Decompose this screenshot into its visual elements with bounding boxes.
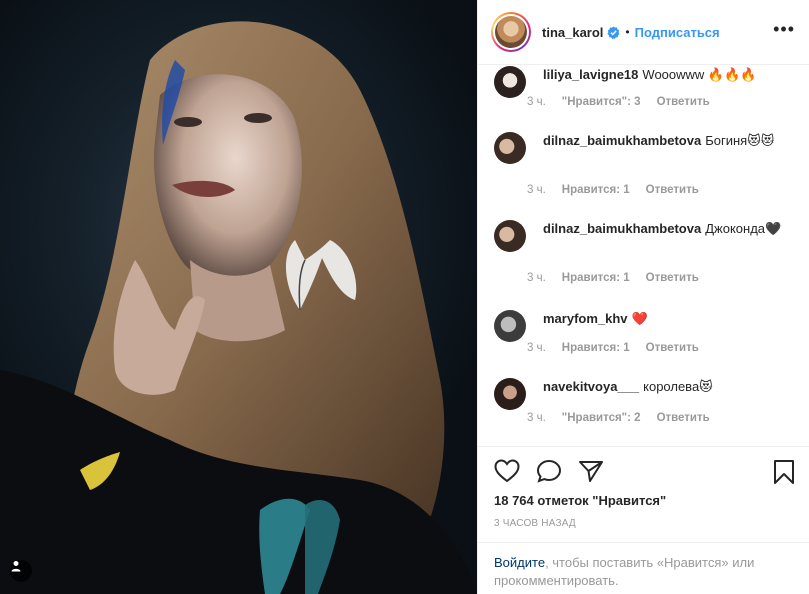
comment-likes[interactable]: Нравится: 1 — [562, 184, 630, 196]
heart-icon[interactable] — [494, 459, 520, 483]
commenter-avatar[interactable] — [494, 220, 526, 252]
comment-meta: 3 ч. Нравится: 1 Ответить — [527, 272, 699, 284]
user-tag-button[interactable] — [10, 560, 32, 582]
commenter-avatar[interactable] — [494, 132, 526, 164]
commenter-username[interactable]: navekitvoya___ — [543, 379, 639, 394]
comment-item: navekitvoya___ королева😻 — [494, 378, 794, 410]
author-username[interactable]: tina_karol — [542, 25, 603, 40]
comment-likes[interactable]: Нравится: 1 — [562, 342, 630, 354]
comment-item: dilnaz_baimukhambetova Богиня😻😻 — [494, 132, 794, 164]
commenter-avatar[interactable] — [494, 66, 526, 98]
commenter-username[interactable]: maryfom_khv — [543, 311, 628, 326]
comment-time: 3 ч. — [527, 96, 546, 108]
share-icon[interactable] — [578, 459, 604, 483]
comments-list[interactable]: liliya_lavigne18 Wooowww 🔥🔥🔥 3 ч. "Нравит… — [478, 66, 809, 446]
comment-text: королева😻 — [643, 379, 713, 394]
action-icons — [494, 459, 604, 483]
more-options-icon[interactable]: ••• — [773, 20, 795, 38]
comment-item: dilnaz_baimukhambetova Джоконда🖤 — [494, 220, 794, 252]
post-side-panel: tina_karol • Подписаться ••• liliya_lavi… — [477, 0, 809, 594]
commenter-username[interactable]: dilnaz_baimukhambetova — [543, 133, 701, 148]
follow-button[interactable]: Подписаться — [635, 25, 720, 40]
user-tag-icon — [11, 561, 21, 572]
comment-meta: 3 ч. "Нравится": 2 Ответить — [527, 412, 710, 424]
login-link[interactable]: Войдите — [494, 555, 545, 570]
comment-text: Wooowww 🔥🔥🔥 — [642, 67, 757, 82]
verified-badge-icon — [607, 25, 620, 39]
comment-item: liliya_lavigne18 Wooowww 🔥🔥🔥 — [494, 66, 794, 98]
comment-meta: 3 ч. "Нравится": 3 Ответить — [527, 96, 710, 108]
comment-time: 3 ч. — [527, 184, 546, 196]
reply-button[interactable]: Ответить — [646, 184, 699, 196]
post-actions: 18 764 отметок "Нравится" 3 часов назад … — [478, 446, 809, 594]
post-time: 3 часов назад — [494, 518, 576, 529]
login-prompt: Войдите, чтобы поставить «Нравится» или … — [478, 542, 809, 594]
reply-button[interactable]: Ответить — [646, 272, 699, 284]
likes-count[interactable]: 18 764 отметок "Нравится" — [494, 493, 666, 508]
author-avatar[interactable] — [491, 12, 531, 52]
comment-icon[interactable] — [536, 459, 562, 483]
separator-dot: • — [625, 25, 630, 39]
comment-text: ❤️ — [631, 311, 648, 326]
post-photo[interactable] — [0, 0, 477, 594]
reply-button[interactable]: Ответить — [657, 96, 710, 108]
comment-meta: 3 ч. Нравится: 1 Ответить — [527, 342, 699, 354]
commenter-avatar[interactable] — [494, 310, 526, 342]
comment-item: maryfom_khv ❤️ — [494, 310, 794, 342]
comment-likes[interactable]: "Нравится": 2 — [562, 412, 641, 424]
comment-likes[interactable]: Нравится: 1 — [562, 272, 630, 284]
commenter-avatar[interactable] — [494, 378, 526, 410]
post-header: tina_karol • Подписаться ••• — [478, 0, 809, 65]
comment-time: 3 ч. — [527, 412, 546, 424]
reply-button[interactable]: Ответить — [657, 412, 710, 424]
portrait-image — [0, 21, 477, 594]
comment-meta: 3 ч. Нравится: 1 Ответить — [527, 184, 699, 196]
bookmark-icon[interactable] — [773, 459, 795, 485]
commenter-username[interactable]: liliya_lavigne18 — [543, 67, 638, 82]
reply-button[interactable]: Ответить — [646, 342, 699, 354]
comment-time: 3 ч. — [527, 342, 546, 354]
comment-likes[interactable]: "Нравится": 3 — [562, 96, 641, 108]
comment-time: 3 ч. — [527, 272, 546, 284]
comment-text: Богиня😻😻 — [705, 133, 775, 148]
comment-text: Джоконда🖤 — [705, 221, 782, 236]
commenter-username[interactable]: dilnaz_baimukhambetova — [543, 221, 701, 236]
